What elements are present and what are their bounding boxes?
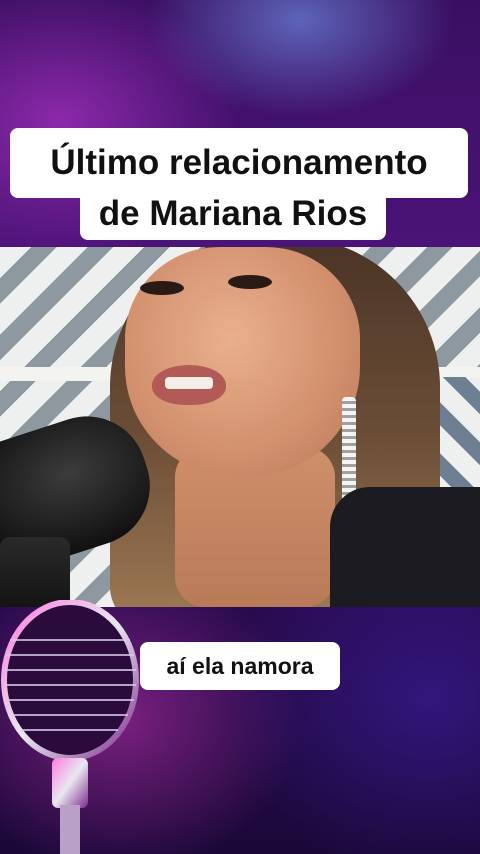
dark-top-clothing — [330, 487, 480, 607]
microphone-arm — [0, 537, 70, 607]
title-caption-line-2: de Mariana Rios — [80, 190, 386, 240]
subtitle-caption: aí ela namora — [140, 642, 340, 690]
left-eye — [140, 281, 184, 295]
right-eye — [228, 275, 272, 289]
interview-video-frame — [0, 247, 480, 607]
person-teeth — [165, 377, 213, 389]
retro-microphone-icon — [1, 600, 139, 854]
title-caption-line-1: Último relacionamento — [10, 128, 468, 198]
